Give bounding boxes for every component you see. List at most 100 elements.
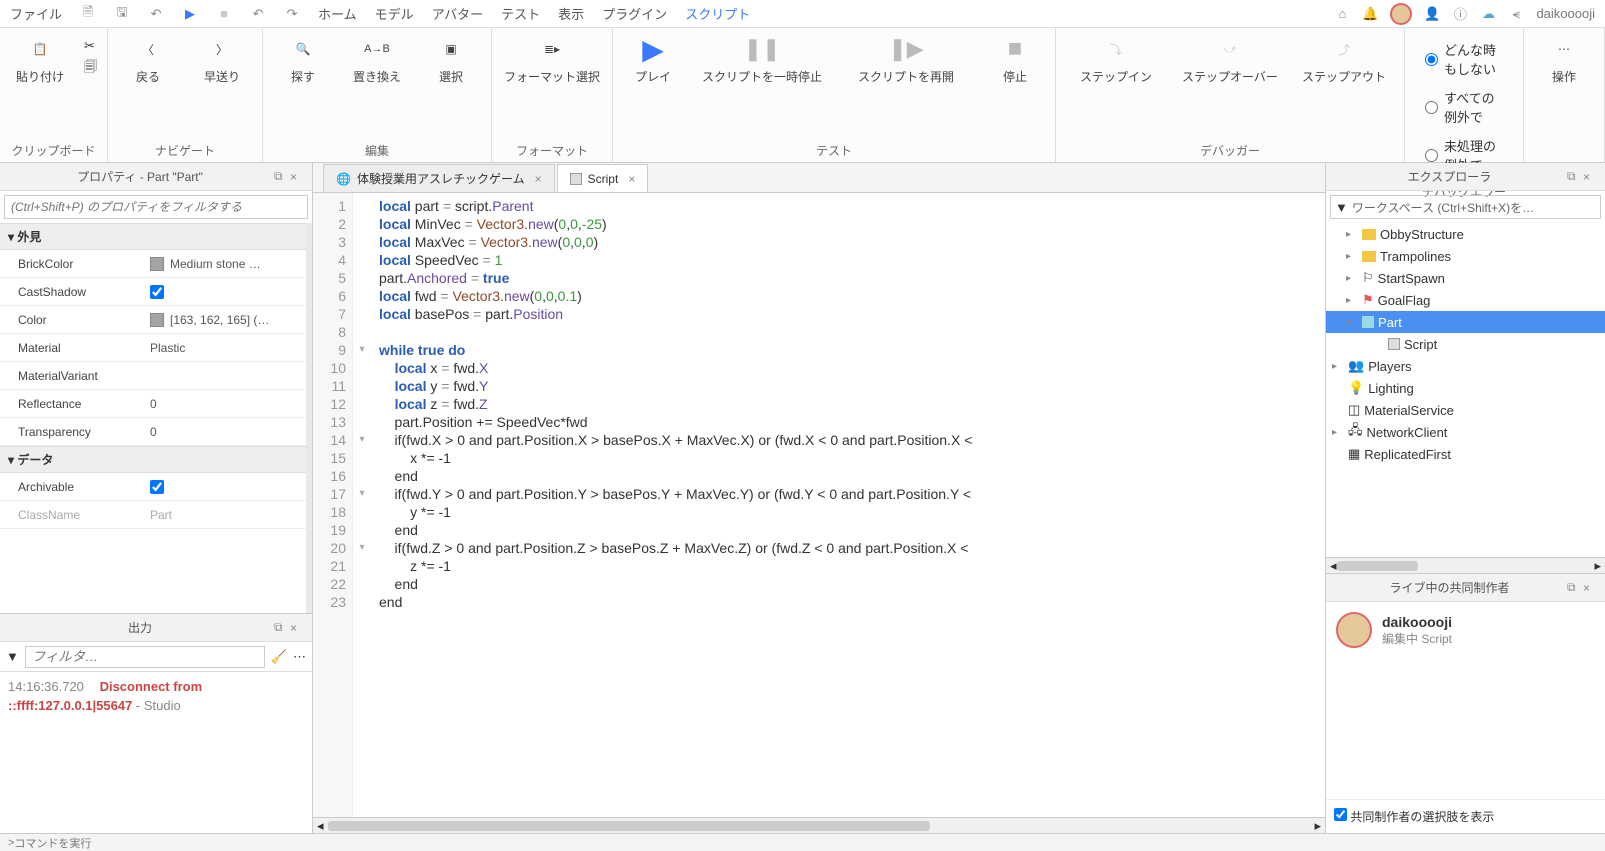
paste-button[interactable]: 📋貼り付け — [10, 34, 70, 85]
tree-networkclient[interactable]: ▸🖧NetworkClient — [1326, 421, 1605, 443]
tab-game[interactable]: 🌐体験授業用アスレチックゲーム× — [323, 164, 555, 192]
fold-column[interactable]: ▾▾▾▾ — [353, 193, 371, 817]
person-icon[interactable]: 👤 — [1424, 6, 1440, 22]
dbgerr-opt1[interactable]: どんな時もしない — [1425, 40, 1503, 78]
play-icon[interactable]: ▶ — [182, 6, 198, 22]
dbgerr-opt2[interactable]: すべての例外で — [1425, 88, 1503, 126]
archivable-checkbox[interactable] — [150, 480, 164, 494]
close-icon[interactable]: × — [290, 170, 306, 184]
menu-plugin[interactable]: プラグイン — [602, 4, 667, 23]
menu-avatar[interactable]: アバター — [432, 4, 483, 23]
menu-home[interactable]: ホーム — [318, 4, 357, 23]
code-editor[interactable]: 1234567891011121314151617181920212223 ▾▾… — [313, 193, 1325, 817]
home-icon[interactable]: ⌂ — [1334, 6, 1350, 22]
formatselection-button[interactable]: ≣▸フォーマット選択 — [502, 34, 602, 85]
tree-replicatedfirst[interactable]: ▦ReplicatedFirst — [1326, 443, 1605, 465]
tree-startspawn[interactable]: ▸⚐StartSpawn — [1326, 267, 1605, 289]
explorer-hscroll[interactable]: ◂▸ — [1326, 557, 1605, 573]
undo-icon[interactable]: ↶ — [250, 6, 266, 22]
prop-color[interactable]: Color[163, 162, 165] (… — [0, 306, 306, 334]
tree-obbystructure[interactable]: ▸ObbyStructure — [1326, 223, 1605, 245]
user-avatar[interactable] — [1390, 3, 1412, 25]
close-icon[interactable]: × — [290, 621, 306, 635]
tree-trampolines[interactable]: ▸Trampolines — [1326, 245, 1605, 267]
prop-materialvariant[interactable]: MaterialVariant — [0, 362, 306, 390]
prop-cat-data[interactable]: ▾ データ — [0, 446, 306, 473]
prop-reflectance[interactable]: Reflectance0 — [0, 390, 306, 418]
prop-transparency[interactable]: Transparency0 — [0, 418, 306, 446]
close-icon[interactable]: × — [535, 172, 542, 186]
save-icon[interactable]: 🖫 — [114, 6, 130, 22]
popout-icon[interactable]: ⧉ — [1567, 580, 1583, 595]
collab-user[interactable]: daikooooji編集中 Script — [1336, 612, 1595, 648]
popout-icon[interactable]: ⧉ — [274, 620, 290, 635]
select-button[interactable]: ▣選択 — [421, 34, 481, 85]
menu-file[interactable]: ファイル — [10, 4, 62, 23]
close-icon[interactable]: × — [1583, 170, 1599, 184]
redo-icon[interactable]: ↷ — [284, 6, 300, 22]
prop-archivable[interactable]: Archivable — [0, 473, 306, 501]
menu-model[interactable]: モデル — [375, 4, 414, 23]
replace-button[interactable]: A→B置き換え — [347, 34, 407, 85]
close-icon[interactable]: × — [628, 172, 635, 186]
prop-cat-appearance[interactable]: ▾ 外見 — [0, 223, 306, 250]
actions-button[interactable]: ⋯操作 — [1534, 34, 1594, 85]
cloud-icon[interactable]: ☁ — [1480, 6, 1496, 22]
output-body[interactable]: 14:16:36.720 Disconnect from ::ffff:127.… — [0, 672, 312, 833]
properties-body[interactable]: ▾ 外見 BrickColorMedium stone … CastShadow… — [0, 223, 312, 613]
resume-script-button[interactable]: ❚▶スクリプトを再開 — [841, 34, 971, 85]
help-icon[interactable]: ⓘ — [1452, 6, 1468, 22]
pause-script-button[interactable]: ❚❚スクリプトを一時停止 — [697, 34, 827, 85]
undo-arrow-icon[interactable]: ↶ — [148, 6, 164, 22]
stepout-button[interactable]: ⤴ステップアウト — [1294, 34, 1394, 85]
cut-icon[interactable]: ✂ — [84, 38, 97, 54]
tree-materialservice[interactable]: ◫MaterialService — [1326, 399, 1605, 421]
tree-lighting[interactable]: 💡Lighting — [1326, 377, 1605, 399]
tree-goalflag[interactable]: ▸⚑GoalFlag — [1326, 289, 1605, 311]
more-icon[interactable]: ⋯ — [293, 649, 306, 665]
command-input[interactable]: コマンドを実行 — [14, 835, 91, 851]
popout-icon[interactable]: ⧉ — [1567, 169, 1583, 184]
tree-script[interactable]: Script — [1326, 333, 1605, 355]
code-body[interactable]: local part = script.Parent local MinVec … — [371, 193, 980, 817]
line-gutter: 1234567891011121314151617181920212223 — [313, 193, 353, 817]
replicated-icon: ▦ — [1348, 446, 1360, 462]
menu-script[interactable]: スクリプト — [685, 4, 750, 23]
find-button[interactable]: 🔍探す — [273, 34, 333, 85]
menu-view[interactable]: 表示 — [558, 4, 584, 23]
castshadow-checkbox[interactable] — [150, 285, 164, 299]
explorer-filter[interactable]: ワークスペース (Ctrl+Shift+X)を… — [1352, 199, 1596, 216]
stop-icon[interactable]: ■ — [216, 6, 232, 22]
menu-test[interactable]: テスト — [501, 4, 540, 23]
output-filter-input[interactable] — [25, 646, 265, 668]
tree-part[interactable]: ▾Part — [1326, 311, 1605, 333]
back-button[interactable]: 〈戻る — [118, 34, 178, 85]
prop-brickcolor[interactable]: BrickColorMedium stone … — [0, 250, 306, 278]
output-head: 出力 ⧉ × — [0, 614, 312, 642]
stop-button[interactable]: ■停止 — [985, 34, 1045, 85]
copy-icon[interactable]: 🗐 — [84, 58, 97, 80]
left-column: プロパティ - Part "Part" ⧉ × ▾ 外見 BrickColorM… — [0, 163, 313, 833]
properties-head: プロパティ - Part "Part" ⧉ × — [0, 163, 312, 191]
prop-material[interactable]: MaterialPlastic — [0, 334, 306, 362]
share-icon[interactable]: ⪪ — [1508, 6, 1524, 22]
bell-icon[interactable]: 🔔 — [1362, 6, 1378, 22]
forward-button[interactable]: 〉早送り — [192, 34, 252, 85]
collab-footer[interactable]: 共同制作者の選択肢を表示 — [1326, 799, 1605, 833]
properties-filter-input[interactable] — [4, 195, 308, 219]
collab-show-checkbox[interactable] — [1334, 808, 1347, 821]
stepover-button[interactable]: ⤻ステップオーバー — [1180, 34, 1280, 85]
filter-icon[interactable]: ▼ — [6, 649, 19, 664]
h-scrollbar[interactable]: ◂▸ — [313, 817, 1325, 833]
popout-icon[interactable]: ⧉ — [274, 169, 290, 184]
play-button[interactable]: ▶プレイ — [623, 34, 683, 85]
clear-icon[interactable]: 🧹 — [271, 649, 287, 665]
prop-castshadow[interactable]: CastShadow — [0, 278, 306, 306]
color-swatch — [150, 257, 164, 271]
explorer-tree[interactable]: ▸ObbyStructure ▸Trampolines ▸⚐StartSpawn… — [1326, 223, 1605, 557]
new-file-icon[interactable]: 🗎 — [80, 6, 96, 22]
tree-players[interactable]: ▸👥Players — [1326, 355, 1605, 377]
close-icon[interactable]: × — [1583, 581, 1599, 595]
tab-script[interactable]: Script× — [557, 164, 649, 192]
stepin-button[interactable]: ⤵ステップイン — [1066, 34, 1166, 85]
